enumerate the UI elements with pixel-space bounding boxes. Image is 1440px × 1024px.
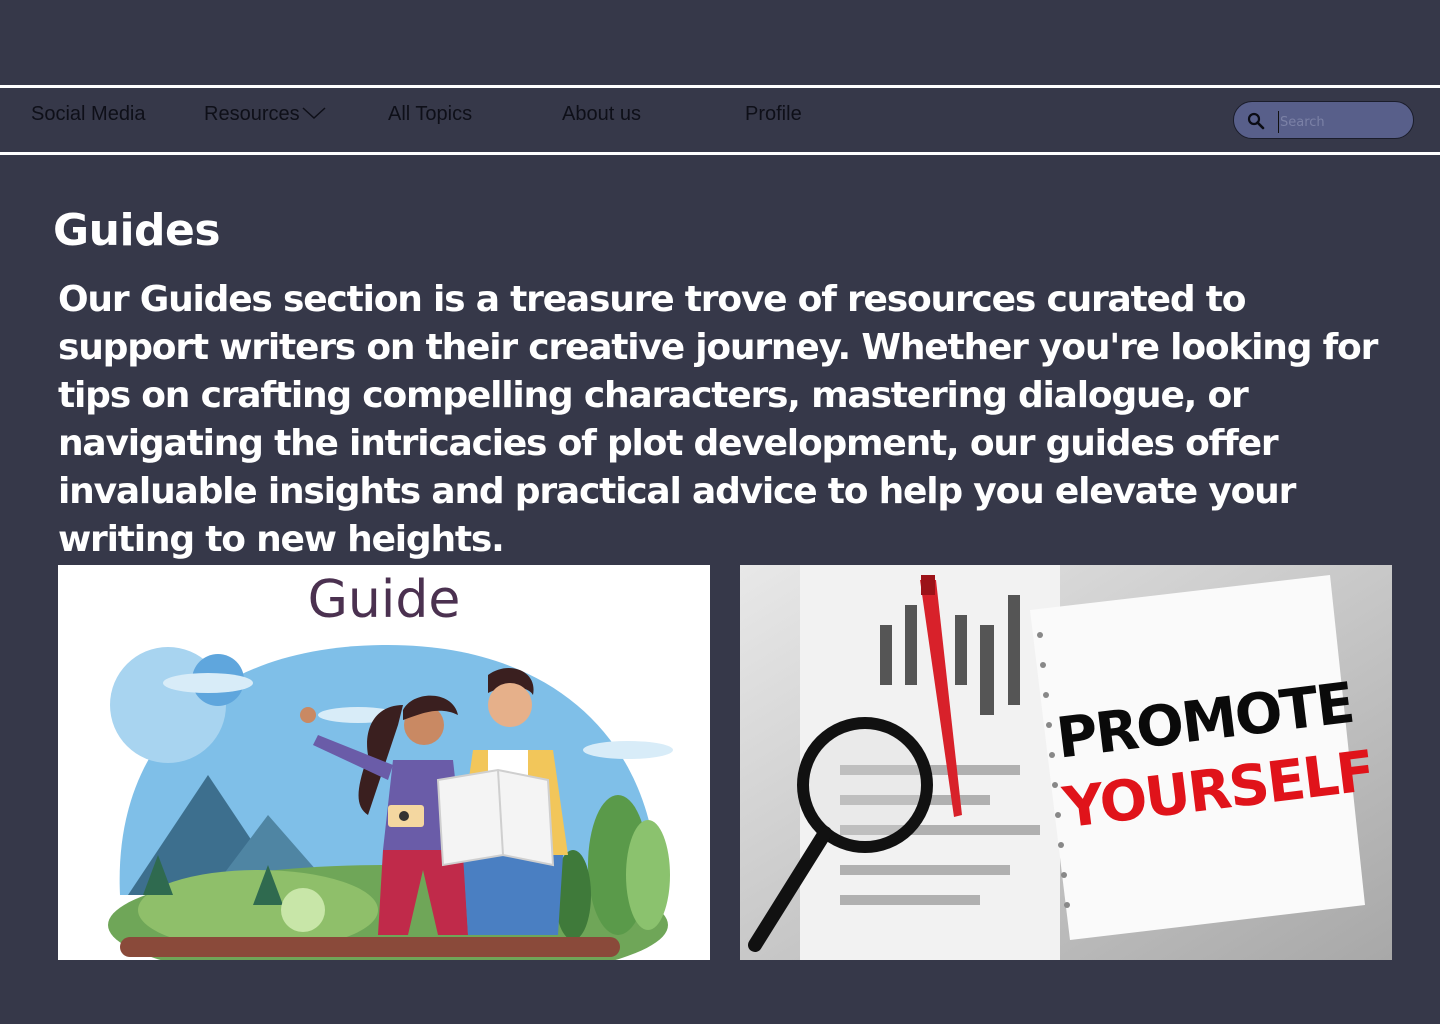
chevron-down-icon — [302, 103, 326, 126]
page-description: Our Guides section is a treasure trove o… — [58, 279, 1378, 560]
guide-illustration: Guide — [58, 565, 710, 960]
promote-yourself-photo: PROMOTE YOURSELF — [740, 565, 1392, 960]
search-box[interactable] — [1233, 101, 1414, 139]
nav-divider-top — [0, 85, 1440, 88]
nav-item-all-topics[interactable]: All Topics — [388, 103, 472, 126]
search-icon[interactable] — [1247, 112, 1265, 135]
guide-caption: Guide — [308, 570, 461, 630]
page-title: Guides — [53, 205, 221, 256]
search-input[interactable] — [1278, 108, 1407, 136]
nav-item-resources-label: Resources — [204, 103, 300, 125]
nav-item-profile[interactable]: Profile — [745, 103, 802, 126]
nav-divider-bottom — [0, 152, 1440, 155]
nav-item-about-us[interactable]: About us — [562, 103, 641, 126]
nav-item-social-media[interactable]: Social Media — [31, 103, 146, 126]
nav-item-resources[interactable]: Resources — [204, 103, 326, 126]
